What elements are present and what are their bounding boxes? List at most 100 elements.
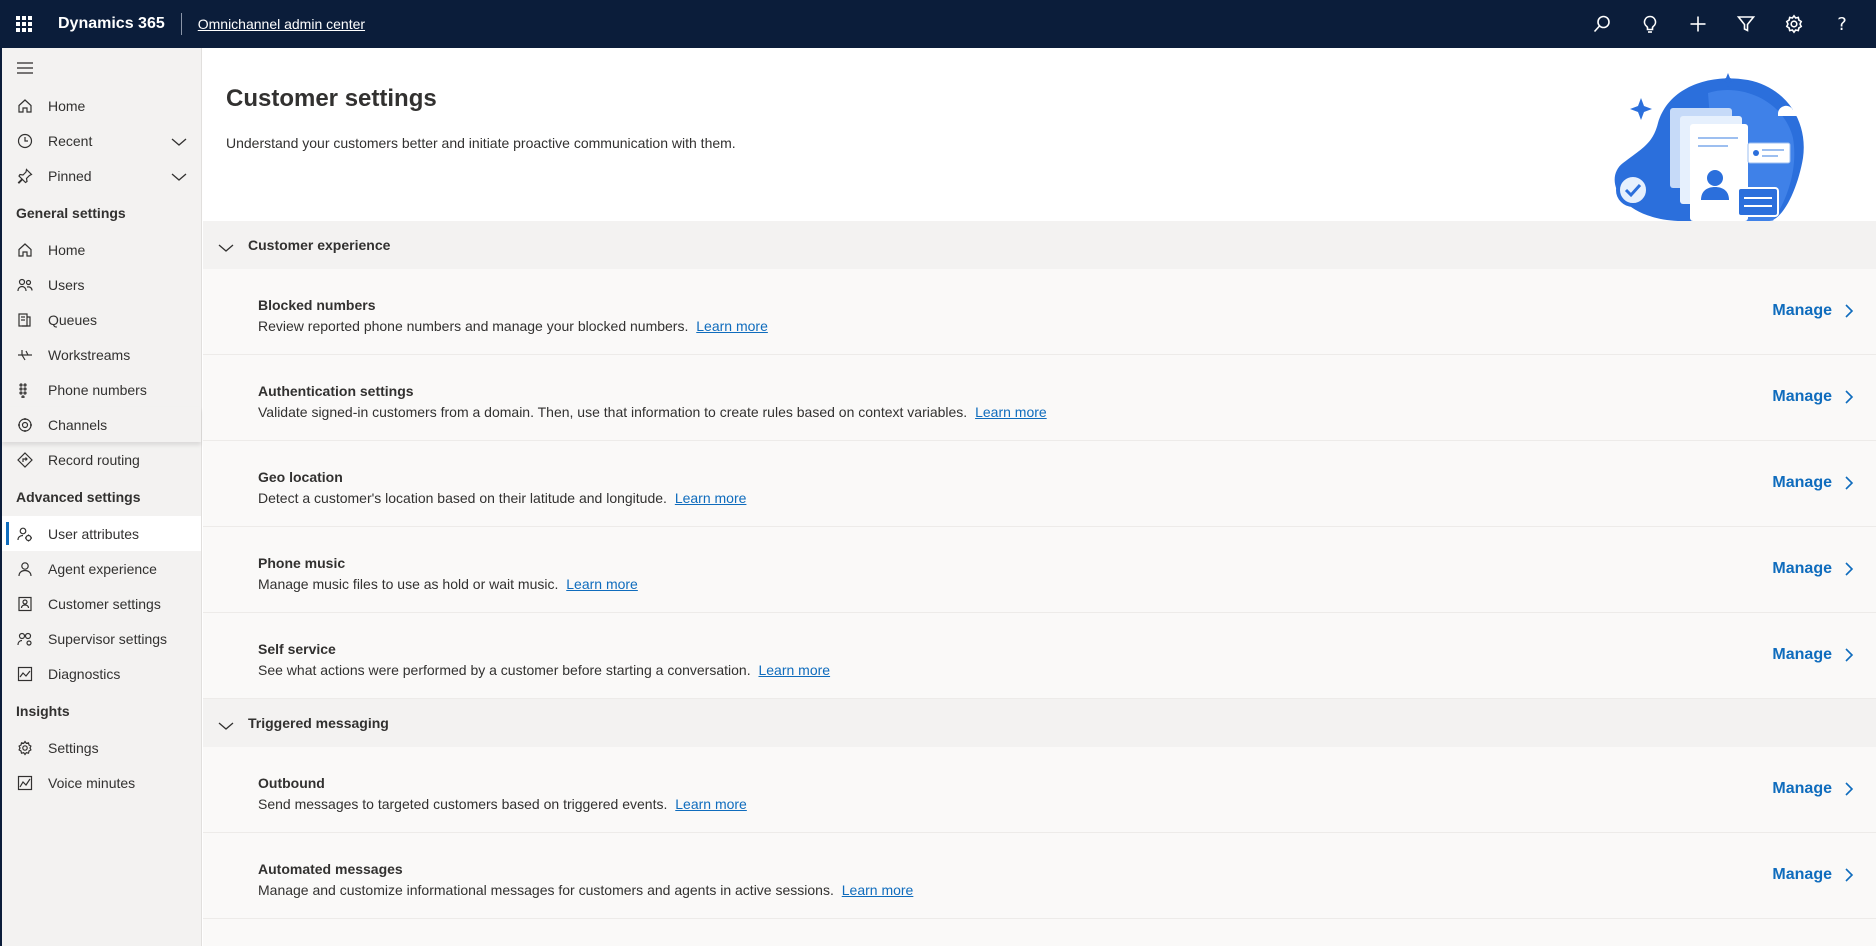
manage-label: Manage [1772, 474, 1832, 491]
group-title-insights: Insights [16, 702, 70, 719]
manage-label: Manage [1772, 866, 1832, 883]
row-description-text: Review reported phone numbers and manage… [258, 318, 689, 334]
section-header-triggered-messaging[interactable]: Triggered messaging [203, 699, 1876, 747]
settings-row-blocked-numbers: Blocked numbers Review reported phone nu… [203, 269, 1876, 355]
chevron-down-icon[interactable] [218, 718, 234, 730]
sidebar-item-label: Record routing [48, 451, 140, 468]
sidebar-item-user-attributes[interactable]: User attributes [2, 516, 201, 551]
section-title: Customer experience [248, 237, 391, 253]
settings-row-authentication-settings: Authentication settings Validate signed-… [203, 355, 1876, 441]
page-header: Customer settings Understand your custom… [203, 48, 1876, 221]
sidebar-item-agent-experience[interactable]: Agent experience [2, 551, 201, 586]
manage-button[interactable]: Manage [1772, 646, 1854, 664]
user-attributes-icon [16, 525, 34, 543]
sidebar-item-label: Home [48, 97, 86, 114]
sidebar-item-channels[interactable]: Channels [2, 407, 201, 442]
hamburger-menu-icon[interactable] [2, 48, 201, 88]
manage-label: Manage [1772, 302, 1832, 319]
sidebar-item-general-home[interactable]: Home [2, 232, 201, 267]
diagnostics-icon [16, 665, 34, 683]
settings-row-phone-music: Phone music Manage music files to use as… [203, 527, 1876, 613]
row-description: Detect a customer's location based on th… [258, 490, 746, 506]
sidebar-item-label: Users [48, 276, 85, 293]
sidebar-item-customer-settings[interactable]: Customer settings [2, 586, 201, 621]
chevron-down-icon[interactable] [171, 134, 187, 150]
app-name-link[interactable]: Omnichannel admin center [182, 16, 365, 32]
section-header-customer-experience[interactable]: Customer experience [203, 221, 1876, 269]
row-title: Geo location [258, 469, 343, 485]
row-title: Phone music [258, 555, 346, 571]
manage-label: Manage [1772, 646, 1832, 663]
page-title: Customer settings [226, 85, 437, 112]
channels-icon [16, 416, 34, 434]
chevron-down-icon[interactable] [171, 169, 187, 185]
sidebar-item-supervisor-settings[interactable]: Supervisor settings [2, 621, 201, 656]
sidebar-item-diagnostics[interactable]: Diagnostics [2, 656, 201, 691]
chevron-right-icon [1845, 648, 1854, 662]
sidebar-item-workstreams[interactable]: Workstreams [2, 337, 201, 372]
help-glyph: ? [1837, 13, 1847, 35]
settings-row-outbound: Outbound Send messages to targeted custo… [203, 747, 1876, 833]
users-icon [16, 276, 34, 294]
manage-button[interactable]: Manage [1772, 780, 1854, 798]
sidebar-item-label: Diagnostics [48, 665, 121, 682]
top-bar: Dynamics 365 Omnichannel admin center ? [0, 0, 1876, 48]
sidebar-item-label: Channels [48, 416, 108, 433]
row-title: Authentication settings [258, 383, 414, 399]
row-description-text: See what actions were performed by a cus… [258, 662, 751, 678]
sidebar-item-voice-minutes[interactable]: Voice minutes [2, 765, 201, 800]
manage-button[interactable]: Manage [1772, 302, 1854, 320]
lightbulb-icon[interactable] [1626, 0, 1674, 48]
sidebar-item-label: Queues [48, 311, 98, 328]
row-title: Self service [258, 641, 336, 657]
sidebar-item-label: Supervisor settings [48, 630, 168, 647]
brand-name[interactable]: Dynamics 365 [48, 15, 181, 33]
settings-row-automated-messages: Automated messages Manage and customize … [203, 833, 1876, 919]
manage-button[interactable]: Manage [1772, 388, 1854, 406]
sidebar-item-label: Phone numbers [48, 381, 147, 398]
app-launcher-icon[interactable] [0, 0, 48, 48]
sidebar-item-pinned[interactable]: Pinned [2, 158, 201, 193]
search-icon[interactable] [1578, 0, 1626, 48]
manage-button[interactable]: Manage [1772, 866, 1854, 884]
clock-icon [16, 132, 34, 150]
customer-settings-illustration [1614, 73, 1804, 221]
workstreams-icon [16, 346, 34, 364]
sidebar-item-users[interactable]: Users [2, 267, 201, 302]
gear-icon[interactable] [1770, 0, 1818, 48]
dialpad-icon [16, 381, 34, 399]
chevron-down-icon[interactable] [218, 240, 234, 252]
sidebar-item-record-routing[interactable]: Record routing [2, 442, 201, 477]
row-description: Manage music files to use as hold or wai… [258, 576, 638, 592]
chevron-right-icon [1845, 304, 1854, 318]
learn-more-link[interactable]: Learn more [696, 318, 768, 334]
manage-label: Manage [1772, 780, 1832, 797]
plus-icon[interactable] [1674, 0, 1722, 48]
learn-more-link[interactable]: Learn more [675, 490, 747, 506]
learn-more-link[interactable]: Learn more [842, 882, 914, 898]
sidebar-item-label: Workstreams [48, 346, 131, 363]
manage-button[interactable]: Manage [1772, 474, 1854, 492]
pin-icon [16, 167, 34, 185]
learn-more-link[interactable]: Learn more [566, 576, 638, 592]
sidebar-item-label: User attributes [48, 525, 140, 542]
manage-label: Manage [1772, 388, 1832, 405]
row-description: Send messages to targeted customers base… [258, 796, 747, 812]
sidebar-item-queues[interactable]: Queues [2, 302, 201, 337]
filter-icon[interactable] [1722, 0, 1770, 48]
agent-icon [16, 560, 34, 578]
row-description-text: Validate signed-in customers from a doma… [258, 404, 968, 420]
sidebar-item-phone-numbers[interactable]: Phone numbers [2, 372, 201, 407]
sidebar-item-insights-settings[interactable]: Settings [2, 730, 201, 765]
learn-more-link[interactable]: Learn more [758, 662, 830, 678]
row-description-text: Manage and customize informational messa… [258, 882, 834, 898]
learn-more-link[interactable]: Learn more [675, 796, 747, 812]
sidebar-item-home[interactable]: Home [2, 88, 201, 123]
sidebar-item-recent[interactable]: Recent [2, 123, 201, 158]
learn-more-link[interactable]: Learn more [975, 404, 1047, 420]
help-icon[interactable]: ? [1818, 0, 1866, 48]
row-description-text: Send messages to targeted customers base… [258, 796, 668, 812]
customer-icon [16, 595, 34, 613]
manage-button[interactable]: Manage [1772, 560, 1854, 578]
row-title: Blocked numbers [258, 297, 376, 313]
